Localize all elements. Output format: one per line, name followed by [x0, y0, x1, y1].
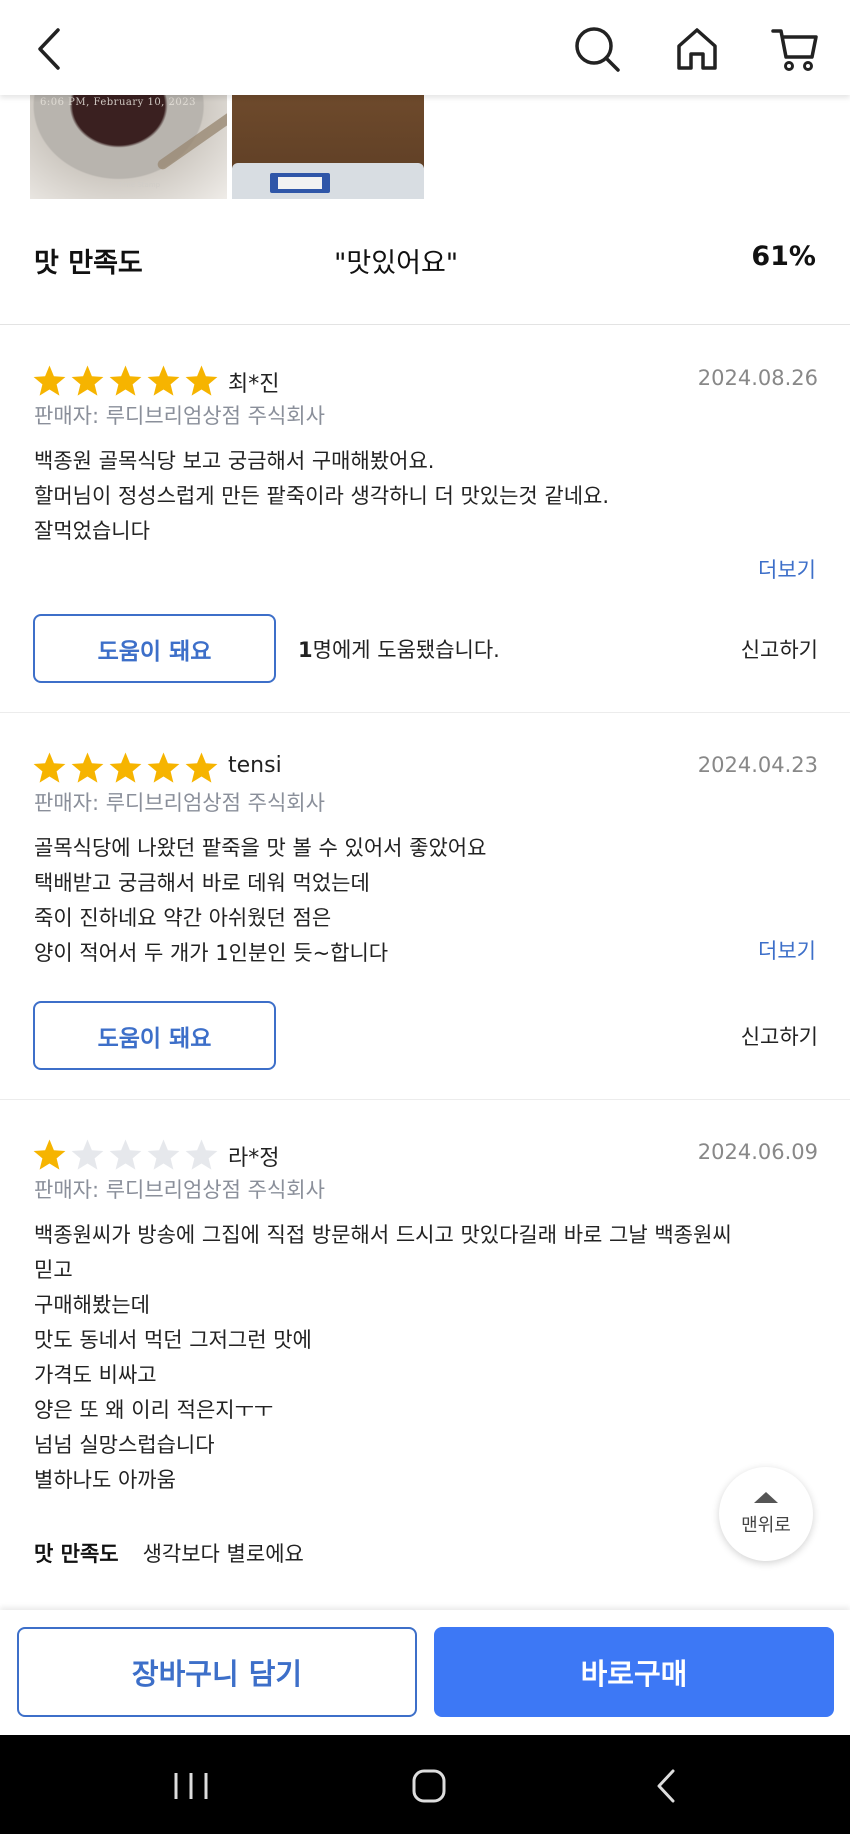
- star-rating: [32, 751, 219, 786]
- star-empty-icon: [109, 1139, 142, 1170]
- star-empty-icon: [71, 1139, 104, 1170]
- review-line: 믿고: [34, 1258, 73, 1282]
- spoon-shape: [155, 108, 227, 172]
- review-item: 최*진 2024.08.26 판매자: 루디브리엄상점 주식회사 백종원 골목식…: [0, 326, 850, 713]
- top-app-bar: [0, 0, 850, 95]
- star-filled-icon: [33, 752, 66, 783]
- home-icon[interactable]: [672, 24, 722, 74]
- review-photos: 6:06 PM, February 10, 2023 Time Stamp: [0, 95, 850, 199]
- back-arrow-icon[interactable]: [26, 24, 76, 74]
- review-line: 별하나도 아까움: [34, 1468, 176, 1492]
- helpful-button[interactable]: 도움이 돼요: [33, 614, 276, 683]
- star-filled-icon: [109, 365, 142, 396]
- scroll-to-top-label: 맨위로: [741, 1514, 791, 1536]
- review-satisfaction: 맛 만족도 생각보다 별로에요: [34, 1538, 304, 1568]
- review-line: 가격도 비싸고: [34, 1363, 157, 1387]
- star-empty-icon: [185, 1139, 218, 1170]
- review-seller: 판매자: 루디브리엄상점 주식회사: [34, 404, 325, 428]
- helpful-count-suffix: 명에게 도움됐습니다.: [312, 638, 500, 662]
- cart-icon[interactable]: [770, 24, 820, 74]
- star-filled-icon: [147, 752, 180, 783]
- review-line: 양은 또 왜 이리 적은지ㅜㅜ: [34, 1398, 274, 1422]
- review-line: 택배받고 궁금해서 바로 데워 먹었는데: [34, 871, 370, 895]
- star-filled-icon: [147, 365, 180, 396]
- star-filled-icon: [33, 1139, 66, 1170]
- review-line: 구매해봤는데: [34, 1293, 150, 1317]
- back-nav-icon[interactable]: [642, 1761, 692, 1811]
- more-link[interactable]: 더보기: [758, 554, 816, 584]
- taste-satisfaction-summary: 맛 만족도 "맛있어요" 61%: [0, 199, 850, 325]
- star-filled-icon: [71, 752, 104, 783]
- helpful-button[interactable]: 도움이 돼요: [33, 1001, 276, 1070]
- review-date: 2024.04.23: [697, 753, 818, 777]
- caret-up-icon: [754, 1491, 778, 1503]
- review-date: 2024.06.09: [697, 1140, 818, 1164]
- add-to-cart-button[interactable]: 장바구니 담기: [17, 1627, 417, 1717]
- review-seller: 판매자: 루디브리엄상점 주식회사: [34, 1178, 325, 1202]
- review-satisfaction-label: 맛 만족도: [34, 1542, 119, 1566]
- review-line: 골목식당에 나왔던 팥죽을 맛 볼 수 있어서 좋았어요: [34, 836, 487, 860]
- review-author: 최*진: [228, 372, 280, 397]
- purchase-action-bar: 장바구니 담기 바로구매: [0, 1610, 850, 1735]
- review-body: 백종원 골목식당 보고 궁금해서 구매해봤어요. 할머님이 정성스럽게 만든 팥…: [34, 444, 609, 549]
- review-line: 맛도 동네서 먹던 그저그런 맛에: [34, 1328, 312, 1352]
- review-photo[interactable]: 6:06 PM, February 10, 2023 Time Stamp: [30, 95, 227, 199]
- package-label-inner-shape: [278, 177, 322, 189]
- helpful-count-text: 1명에게 도움됐습니다.: [298, 634, 500, 664]
- more-link[interactable]: 더보기: [758, 935, 816, 965]
- review-author: 라*정: [228, 1146, 280, 1171]
- review-line: 할머님이 정성스럽게 만든 팥죽이라 생각하니 더 맛있는것 같네요.: [34, 484, 610, 508]
- review-line: 백종원씨가 방송에 그집에 직접 방문해서 드시고 맛있다길래 바로 그날 백종…: [34, 1223, 732, 1247]
- system-navigation-bar: [0, 1735, 850, 1834]
- star-empty-icon: [147, 1139, 180, 1170]
- star-filled-icon: [109, 752, 142, 783]
- review-line: 양이 적어서 두 개가 1인분인 듯~합니다: [34, 941, 389, 965]
- review-item: tensi 2024.04.23 판매자: 루디브리엄상점 주식회사 골목식당에…: [0, 713, 850, 1100]
- review-satisfaction-value: 생각보다 별로에요: [142, 1542, 304, 1566]
- star-filled-icon: [185, 752, 218, 783]
- photo-timestamp: 6:06 PM, February 10, 2023: [40, 97, 196, 108]
- review-line: 넘넘 실망스럽습니다: [34, 1433, 215, 1457]
- star-rating: [32, 364, 219, 399]
- review-photo[interactable]: [232, 95, 424, 199]
- star-filled-icon: [71, 365, 104, 396]
- photo-stamp: Time Stamp: [118, 181, 161, 189]
- report-link[interactable]: 신고하기: [741, 634, 818, 664]
- buy-now-button[interactable]: 바로구매: [434, 1627, 834, 1717]
- review-author: tensi: [228, 753, 282, 778]
- review-line: 잘먹었습니다: [34, 519, 150, 543]
- satisfaction-value: "맛있어요": [334, 248, 459, 279]
- search-icon[interactable]: [572, 24, 622, 74]
- home-nav-icon[interactable]: [404, 1761, 454, 1811]
- review-date: 2024.08.26: [697, 366, 818, 390]
- review-body: 골목식당에 나왔던 팥죽을 맛 볼 수 있어서 좋았어요 택배받고 궁금해서 바…: [34, 831, 486, 971]
- star-filled-icon: [185, 365, 218, 396]
- report-link[interactable]: 신고하기: [741, 1021, 818, 1051]
- satisfaction-title: 맛 만족도: [34, 248, 143, 279]
- review-line: 죽이 진하네요 약간 아쉬웠던 점은: [34, 906, 332, 930]
- helpful-count: 1: [298, 638, 313, 662]
- recent-apps-icon[interactable]: [166, 1761, 216, 1811]
- scroll-to-top-button[interactable]: 맨위로: [719, 1467, 813, 1561]
- review-body: 백종원씨가 방송에 그집에 직접 방문해서 드시고 맛있다길래 바로 그날 백종…: [34, 1218, 732, 1498]
- review-line: 백종원 골목식당 보고 궁금해서 구매해봤어요.: [34, 449, 435, 473]
- star-rating: [32, 1138, 219, 1173]
- star-filled-icon: [33, 365, 66, 396]
- satisfaction-percent: 61%: [751, 241, 816, 272]
- review-seller: 판매자: 루디브리엄상점 주식회사: [34, 791, 325, 815]
